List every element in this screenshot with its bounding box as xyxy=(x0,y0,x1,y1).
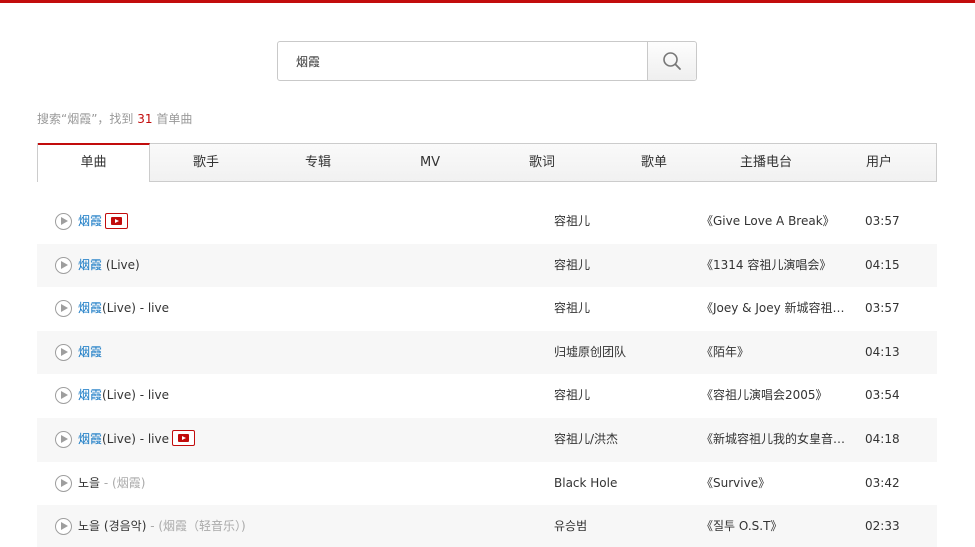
song-artist[interactable]: 容祖儿 xyxy=(554,374,590,417)
tab-users[interactable]: 用户 xyxy=(822,143,936,181)
mv-icon[interactable] xyxy=(172,430,195,447)
play-icon[interactable] xyxy=(55,474,72,492)
song-title-link[interactable]: 烟霞 xyxy=(78,301,102,315)
song-album[interactable]: 《1314 容祖儿演唱会》 xyxy=(701,244,831,287)
song-album[interactable]: 《陌年》 xyxy=(701,331,749,374)
song-name: 烟霞 (Live) xyxy=(78,244,140,287)
song-duration: 04:13 xyxy=(865,344,900,359)
song-list: 烟霞 容祖儿 《Give Love A Break》 03:57 烟霞 (Live) 容祖… xyxy=(37,200,937,547)
song-album[interactable]: 《新城容祖儿我的女皇音乐... xyxy=(701,418,855,461)
tab-lyrics[interactable]: 歌词 xyxy=(486,143,598,181)
song-title-extra[interactable]: (Live) - live xyxy=(102,388,169,402)
search-icon xyxy=(663,52,681,70)
song-title-extra[interactable]: (Live) xyxy=(102,258,140,272)
summary-prefix: 搜索“烟霞”，找到 xyxy=(37,112,138,126)
play-icon[interactable] xyxy=(55,343,72,361)
song-name: 烟霞(Live) - live xyxy=(78,374,169,417)
top-accent-bar xyxy=(0,0,975,3)
mv-icon[interactable] xyxy=(105,212,129,229)
song-album[interactable]: 《容祖儿演唱会2005》 xyxy=(701,374,828,417)
play-icon[interactable] xyxy=(55,430,72,448)
song-name: 노을 (경음악) - (烟霞（轻音乐）) xyxy=(78,505,246,547)
song-row[interactable]: 烟霞(Live) - live 容祖儿 《Joey & Joey 新城容祖儿... 0… xyxy=(37,287,937,331)
song-album[interactable]: 《질투 O.S.T》 xyxy=(701,505,782,547)
tab-playlists[interactable]: 歌单 xyxy=(598,143,710,181)
play-icon[interactable] xyxy=(55,387,72,405)
song-row[interactable]: 烟霞(Live) - live 容祖儿 《容祖儿演唱会2005》 03:54 xyxy=(37,374,937,418)
search-button[interactable] xyxy=(647,42,696,80)
song-artist[interactable]: 容祖儿 xyxy=(554,244,590,287)
search-input[interactable] xyxy=(278,42,648,80)
song-title-link[interactable]: 烟霞 xyxy=(78,258,102,272)
song-duration: 03:54 xyxy=(865,388,900,403)
song-name: 烟霞(Live) - live xyxy=(78,287,169,330)
search-summary: 搜索“烟霞”，找到 31 首单曲 xyxy=(37,110,192,127)
song-album[interactable]: 《Give Love A Break》 xyxy=(701,200,835,243)
song-album[interactable]: 《Joey & Joey 新城容祖儿... xyxy=(701,287,855,330)
song-row[interactable]: 烟霞 容祖儿 《Give Love A Break》 03:57 xyxy=(37,200,937,244)
song-artist[interactable]: 유승범 xyxy=(554,505,587,547)
song-row[interactable]: 노을 - (烟霞) Black Hole 《Survive》 03:42 xyxy=(37,462,937,506)
song-artist[interactable]: 容祖儿 xyxy=(554,200,590,243)
song-title-link[interactable]: 烟霞 xyxy=(78,388,102,402)
tab-artists[interactable]: 歌手 xyxy=(150,143,262,181)
song-title-extra[interactable]: 노을 (경음악) xyxy=(78,519,146,533)
summary-suffix: 首单曲 xyxy=(152,112,193,126)
song-name: 烟霞 xyxy=(78,200,129,243)
play-icon[interactable] xyxy=(55,518,72,536)
play-icon[interactable] xyxy=(55,300,72,318)
song-artist[interactable]: 归墟原创团队 xyxy=(554,331,626,374)
result-count: 31 xyxy=(137,112,153,126)
song-title-link[interactable]: 烟霞 xyxy=(78,432,102,446)
song-title-link[interactable]: 烟霞 xyxy=(78,345,102,359)
play-icon[interactable] xyxy=(55,213,72,230)
song-row[interactable]: 烟霞 归墟原创团队 《陌年》 04:13 xyxy=(37,330,937,375)
tab-radio[interactable]: 主播电台 xyxy=(710,143,822,181)
song-duration: 02:33 xyxy=(865,519,900,534)
play-icon[interactable] xyxy=(55,256,72,274)
song-album[interactable]: 《Survive》 xyxy=(701,462,770,505)
song-alias: - (烟霞（轻音乐）) xyxy=(146,519,246,534)
song-duration: 03:57 xyxy=(865,214,900,228)
song-title-extra[interactable]: 노을 xyxy=(78,476,100,490)
song-duration: 03:57 xyxy=(865,301,900,316)
song-name: 烟霞(Live) - live xyxy=(78,418,195,461)
song-name: 烟霞 xyxy=(78,331,102,374)
song-row[interactable]: 노을 (경음악) - (烟霞（轻音乐）) 유승범 《질투 O.S.T》 02:33 xyxy=(37,505,937,547)
song-row[interactable]: 烟霞 (Live) 容祖儿 《1314 容祖儿演唱会》 04:15 xyxy=(37,243,937,288)
song-artist[interactable]: 容祖儿 xyxy=(554,287,590,330)
song-artist[interactable]: 容祖儿/洪杰 xyxy=(554,418,618,461)
song-alias: - (烟霞) xyxy=(100,475,146,490)
tab-songs[interactable]: 单曲 xyxy=(38,143,150,182)
song-duration: 04:18 xyxy=(865,431,900,446)
tab-albums[interactable]: 专辑 xyxy=(262,143,374,181)
song-name: 노을 - (烟霞) xyxy=(78,462,145,505)
result-type-tabs: 单曲 歌手 专辑 MV 歌词 歌单 主播电台 用户 xyxy=(37,143,937,182)
search-box xyxy=(277,41,697,81)
song-title-extra[interactable]: (Live) - live xyxy=(102,432,169,446)
song-duration: 03:42 xyxy=(865,475,900,490)
song-duration: 04:15 xyxy=(865,257,900,272)
song-title-extra[interactable]: (Live) - live xyxy=(102,301,169,315)
song-title-link[interactable]: 烟霞 xyxy=(78,214,102,228)
song-row[interactable]: 烟霞(Live) - live 容祖儿/洪杰 《新城容祖儿我的女皇音乐... 04:1… xyxy=(37,417,937,462)
tab-mv[interactable]: MV xyxy=(374,143,486,181)
song-artist[interactable]: Black Hole xyxy=(554,462,617,505)
